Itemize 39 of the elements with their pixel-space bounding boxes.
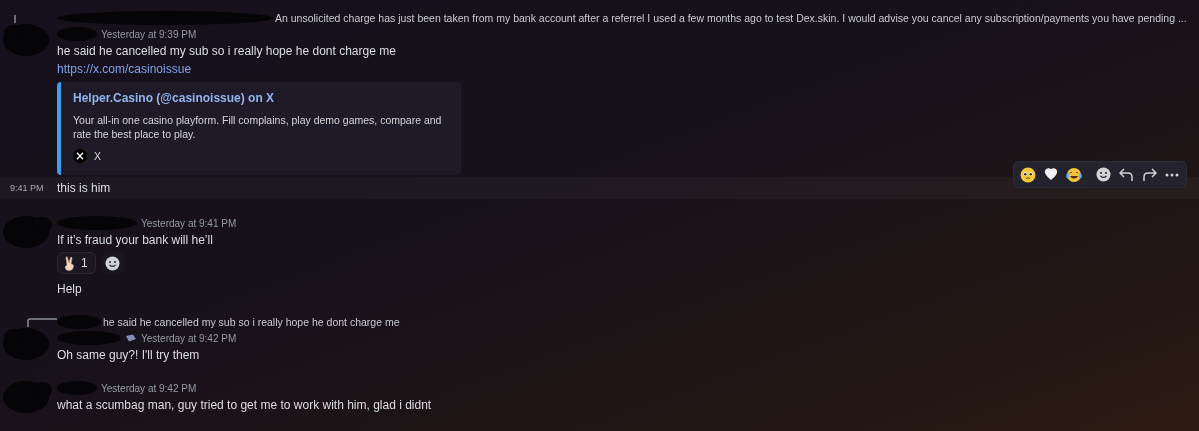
forward-button[interactable] — [1141, 166, 1157, 183]
smiley-icon — [1095, 167, 1111, 182]
forward-icon — [1141, 167, 1157, 182]
badge-icon — [125, 334, 137, 342]
x-logo-icon — [73, 149, 87, 163]
embed-provider: X — [94, 150, 101, 162]
reply-preview[interactable]: An unsolicited charge has just been taken from my bank account after a referrel I used a few months ago to test Dex.skin. I would advise you cancel any subscription/payments you have pending ... — [275, 12, 1187, 24]
reply-connector — [27, 318, 57, 327]
reply-icon — [1118, 167, 1134, 182]
reaction-button[interactable]: 1 — [57, 252, 96, 274]
timestamp: Yesterday at 9:39 PM — [101, 28, 197, 40]
message-text: he said he cancelled my sub so i really hope he dont charge me — [57, 43, 397, 60]
reply-preview[interactable]: he said he cancelled my sub so i really hope he dont charge me — [103, 316, 400, 328]
timestamp: 9:41 PM — [9, 183, 45, 193]
smiley-icon — [105, 255, 121, 271]
reaction-button[interactable] — [1043, 166, 1059, 183]
message-text: Oh same guy?! I'll try them — [57, 347, 201, 364]
timestamp: Yesterday at 9:42 PM — [101, 382, 197, 394]
message-text: this is him — [57, 180, 111, 197]
timestamp: Yesterday at 9:42 PM — [141, 332, 237, 344]
reaction-button[interactable] — [1066, 166, 1082, 183]
laughing-tears-icon — [1066, 166, 1082, 183]
message-text: what a scumbag man, guy tried to get me to work with him, glad i didnt — [57, 397, 433, 414]
message-text: If it’s fraud your bank will he’ll — [57, 232, 214, 249]
message-link[interactable]: https://x.com/casinoissue — [57, 60, 192, 79]
add-reaction-button[interactable] — [1095, 166, 1111, 183]
pleading-face-icon — [1020, 166, 1036, 183]
reply-connector — [13, 14, 17, 23]
timestamp: Yesterday at 9:41 PM — [141, 217, 237, 229]
redaction-mark — [57, 315, 101, 329]
message-text: Help — [57, 281, 83, 298]
add-reaction-button[interactable] — [101, 252, 124, 274]
reply-button[interactable] — [1118, 166, 1134, 183]
reaction-button[interactable] — [1020, 166, 1036, 183]
redaction-mark — [57, 27, 97, 41]
heart-icon — [1044, 168, 1058, 181]
more-icon — [1165, 172, 1179, 177]
embed-description: Your all-in one casino playform. Fill complains, play demo games, compare and rate the best place to play. — [73, 113, 443, 141]
embed-title[interactable]: Helper.Casino (@casinoissue) on X — [73, 91, 275, 105]
